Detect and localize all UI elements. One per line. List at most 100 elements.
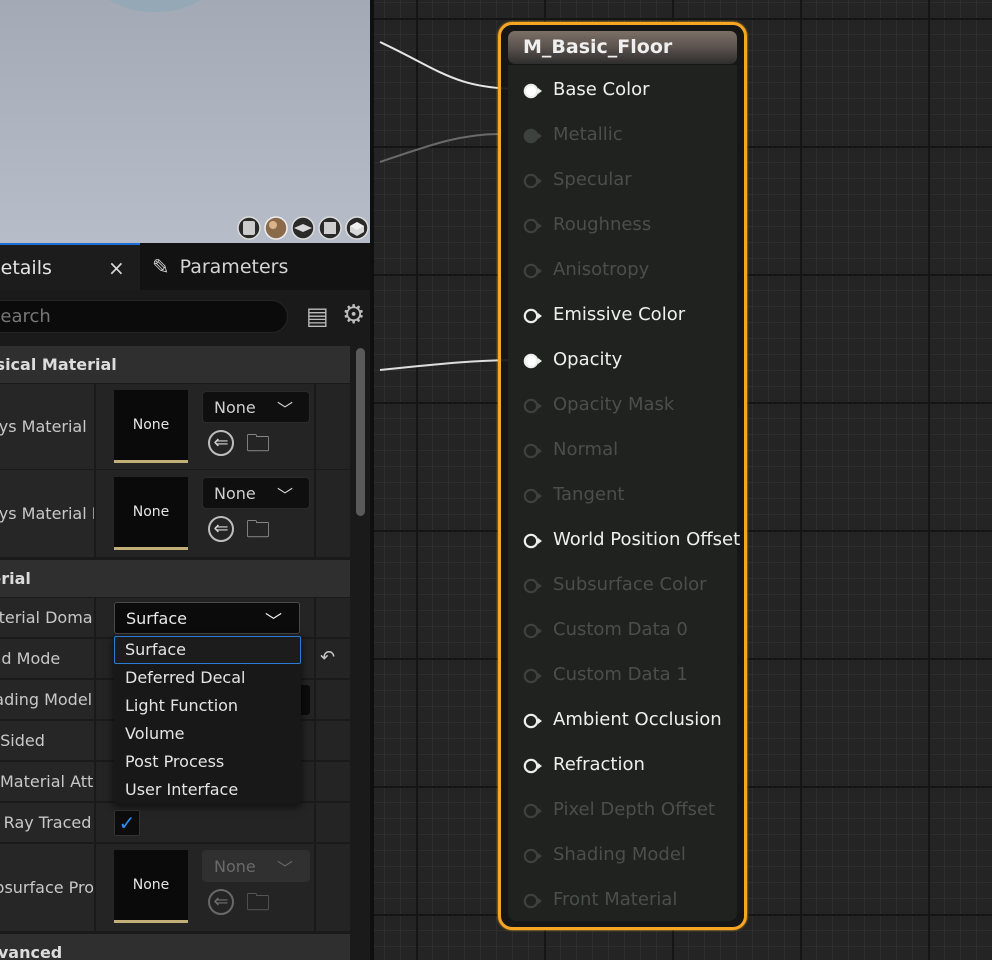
reset-to-default-icon[interactable]: ↶ [320, 647, 335, 668]
chevron-down-icon: ﹀ [276, 400, 293, 419]
pin-connector-icon[interactable] [523, 353, 543, 369]
dropdown-option[interactable]: Surface [114, 636, 301, 664]
use-selected-icon[interactable]: ⇐ [208, 516, 234, 542]
dropdown-option[interactable]: Post Process [114, 748, 301, 776]
chevron-down-icon: ﹀ [265, 612, 282, 632]
asset-picker-value: None [214, 856, 256, 876]
asset-picker-value: None [214, 397, 256, 417]
pin-connector-icon[interactable] [523, 128, 543, 144]
pin-opacity[interactable]: Opacity [501, 340, 744, 385]
sphere-icon[interactable] [263, 216, 289, 240]
panel-splitter[interactable] [370, 0, 374, 960]
dropdown-option[interactable]: User Interface [114, 776, 301, 804]
pin-label: Normal [553, 439, 619, 460]
pin-roughness[interactable]: Roughness [501, 205, 744, 250]
section-material[interactable]: Material [0, 560, 350, 597]
pin-label: Emissive Color [553, 304, 686, 325]
pin-custom-data-1[interactable]: Custom Data 1 [501, 655, 744, 700]
pin-subsurface-color[interactable]: Subsurface Color [501, 565, 744, 610]
asset-thumbnail[interactable]: None [114, 390, 188, 463]
pin-emissive-color[interactable]: Emissive Color [501, 295, 744, 340]
dropdown-option[interactable]: Deferred Decal [114, 664, 301, 692]
prop-cast-ray-traced-shadows: Cast Ray Traced Shadows ✓ [0, 803, 350, 843]
pin-opacity-mask[interactable]: Opacity Mask [501, 385, 744, 430]
prop-label: Two Sided [0, 731, 45, 750]
table-view-icon[interactable]: ▤ [306, 304, 329, 328]
pin-connector-icon[interactable] [523, 443, 543, 459]
pin-label: Base Color [553, 79, 650, 100]
pin-connector-icon[interactable] [523, 758, 543, 774]
asset-picker-combo[interactable]: None ﹀ [202, 391, 310, 423]
pin-label: Specular [553, 169, 632, 190]
pin-connector-icon[interactable] [523, 623, 543, 639]
pin-connector-icon[interactable] [523, 803, 543, 819]
pin-label: Opacity Mask [553, 394, 675, 415]
pin-metallic[interactable]: Metallic [501, 115, 744, 160]
pin-label: Subsurface Color [553, 574, 707, 595]
browse-asset-icon[interactable]: 🗀 [246, 517, 270, 541]
dropdown-option[interactable]: Volume [114, 720, 301, 748]
pin-connector-icon[interactable] [523, 713, 543, 729]
pin-connector-icon[interactable] [523, 83, 543, 99]
search-row: ▤ ⚙ [0, 290, 370, 342]
asset-thumbnail[interactable]: None [114, 477, 188, 550]
pin-connector-icon[interactable] [523, 173, 543, 189]
pin-connector-icon[interactable] [523, 533, 543, 549]
cube-icon[interactable] [317, 216, 343, 240]
ray-traced-shadows-checkbox[interactable]: ✓ [114, 810, 140, 836]
material-domain-combo[interactable]: Surface ﹀ [114, 602, 300, 634]
dropdown-option[interactable]: Light Function [114, 692, 301, 720]
prop-label: Cast Ray Traced Shadows [0, 813, 94, 832]
pin-connector-icon[interactable] [523, 578, 543, 594]
pin-base-color[interactable]: Base Color [501, 70, 744, 115]
search-input[interactable] [0, 301, 287, 332]
browse-asset-icon[interactable]: 🗀 [246, 431, 270, 455]
section-advanced[interactable]: Advanced [0, 934, 350, 960]
asset-picker-combo[interactable]: None ﹀ [202, 850, 310, 882]
pin-connector-icon[interactable] [523, 893, 543, 909]
pin-normal[interactable]: Normal [501, 430, 744, 475]
asset-thumbnail[interactable]: None [114, 850, 188, 923]
pin-front-material[interactable]: Front Material [501, 880, 744, 925]
pin-pixel-depth-offset[interactable]: Pixel Depth Offset [501, 790, 744, 835]
use-selected-icon[interactable]: ⇐ [208, 430, 234, 456]
pin-anisotropy[interactable]: Anisotropy [501, 250, 744, 295]
pin-connector-icon[interactable] [523, 263, 543, 279]
tab-details[interactable]: Details × [0, 243, 140, 290]
pin-specular[interactable]: Specular [501, 160, 744, 205]
section-physical-material[interactable]: Physical Material [0, 346, 350, 383]
pin-shading-model[interactable]: Shading Model [501, 835, 744, 880]
pin-ambient-occlusion[interactable]: Ambient Occlusion [501, 700, 744, 745]
gear-icon[interactable]: ⚙ [342, 302, 365, 328]
custom-mesh-icon[interactable] [344, 216, 370, 240]
browse-asset-icon[interactable]: 🗀 [246, 890, 270, 914]
material-output-node[interactable]: M_Basic_Floor Base Color Metallic Specular… [498, 22, 747, 930]
tab-parameters[interactable]: ✎ Parameters [152, 243, 332, 290]
pin-world-position-offset[interactable]: World Position Offset [501, 520, 744, 565]
prop-label: Subsurface Profile [0, 878, 94, 897]
prop-label: Shading Model [0, 690, 93, 709]
plane-icon[interactable] [290, 216, 316, 240]
pin-refraction[interactable]: Refraction [501, 745, 744, 790]
pin-label: Anisotropy [553, 259, 650, 280]
asset-picker-combo[interactable]: None ﹀ [202, 477, 310, 509]
shading-model-combo[interactable] [300, 685, 310, 715]
pin-connector-icon[interactable] [523, 488, 543, 504]
pin-connector-icon[interactable] [523, 398, 543, 414]
pin-connector-icon[interactable] [523, 848, 543, 864]
section-title: Advanced [0, 943, 63, 960]
scrollbar-thumb[interactable] [356, 348, 365, 516]
panel-tab-bar: Details × ✎ Parameters [0, 243, 370, 290]
prop-material-domain: Material Domain Surface ﹀ [0, 598, 350, 638]
pin-connector-icon[interactable] [523, 668, 543, 684]
pin-connector-icon[interactable] [523, 218, 543, 234]
node-header[interactable]: M_Basic_Floor [508, 31, 737, 64]
pin-custom-data-0[interactable]: Custom Data 0 [501, 610, 744, 655]
pin-tangent[interactable]: Tangent [501, 475, 744, 520]
use-selected-icon[interactable]: ⇐ [208, 889, 234, 915]
pin-label: Tangent [553, 484, 625, 505]
cylinder-icon[interactable] [236, 216, 262, 240]
close-icon[interactable]: × [108, 256, 125, 280]
preview-viewport[interactable] [0, 0, 374, 243]
pin-connector-icon[interactable] [523, 308, 543, 324]
